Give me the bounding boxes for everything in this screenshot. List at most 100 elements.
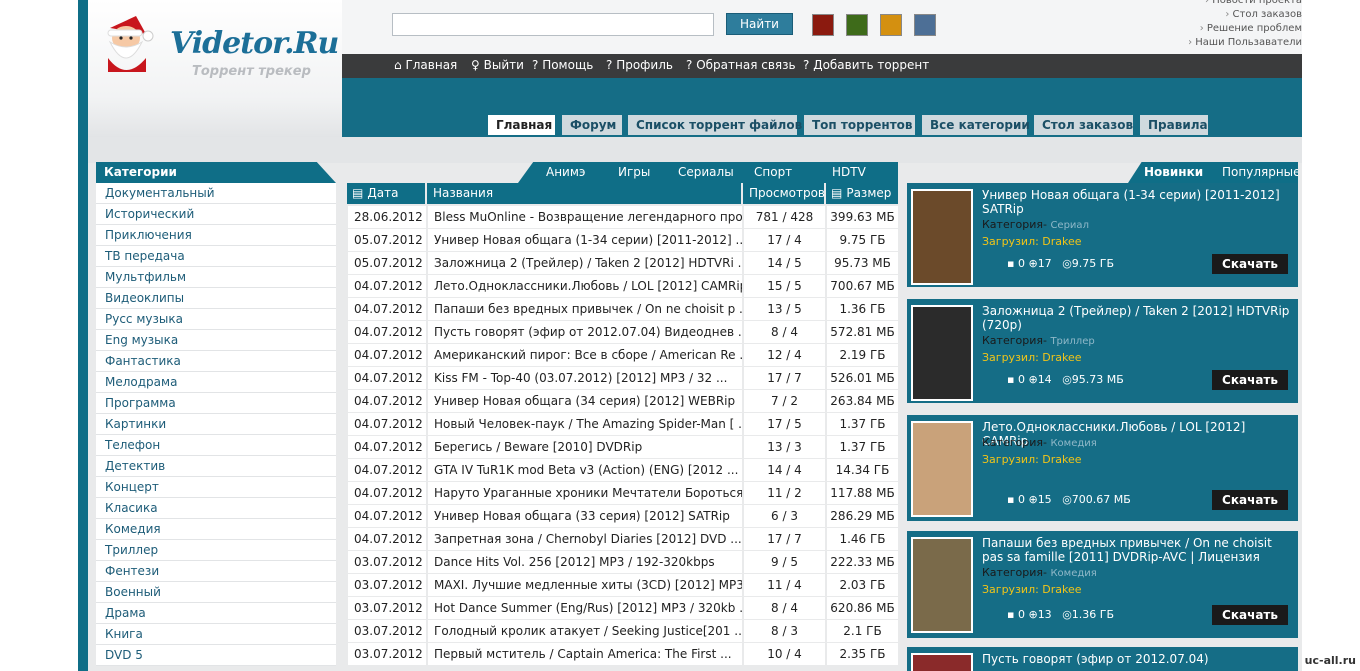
tab-new[interactable]: Новинки	[1144, 165, 1203, 179]
category-link[interactable]: Триллер	[96, 540, 336, 561]
table-row[interactable]: 03.07.2012 Первый мститель / Captain Amer…	[348, 643, 898, 665]
row-title-link[interactable]: Новый Человек-паук / The Amazing Spider-…	[428, 413, 742, 435]
category-link[interactable]: DVD 5	[96, 645, 336, 666]
theme-swatch-red[interactable]	[812, 14, 834, 36]
poster-image[interactable]	[911, 305, 973, 401]
genre-tab[interactable]: Сериалы	[678, 165, 734, 179]
category-link[interactable]: Русс музыка	[96, 309, 336, 330]
tab-home[interactable]: Главная	[488, 115, 555, 135]
table-row[interactable]: 03.07.2012 Hot Dance Summer (Eng/Rus) [20…	[348, 597, 898, 619]
category-link[interactable]: Книга	[96, 624, 336, 645]
table-row[interactable]: 05.07.2012 Заложница 2 (Трейлер) / Taken …	[348, 252, 898, 274]
table-row[interactable]: 04.07.2012 GTA IV TuR1K mod Beta v3 (Acti…	[348, 459, 898, 481]
genre-tab[interactable]: Игры	[618, 165, 650, 179]
nav-item-feedback[interactable]: ? Обратная связь	[686, 58, 796, 72]
category-value[interactable]: Комедия	[1050, 438, 1096, 449]
category-link[interactable]: Видеоклипы	[96, 288, 336, 309]
table-row[interactable]: 04.07.2012 Универ Новая общага (33 серия)…	[348, 505, 898, 527]
table-row[interactable]: 04.07.2012 Новый Человек-паук / The Amazi…	[348, 413, 898, 435]
category-link[interactable]: Мелодрама	[96, 372, 336, 393]
col-header-date[interactable]: ▤ Дата	[347, 183, 425, 204]
nav-item-help[interactable]: ? Помощь	[532, 58, 593, 72]
category-link[interactable]: Класика	[96, 498, 336, 519]
tab-torrent-list[interactable]: Список торрент файлов	[628, 115, 802, 135]
category-link[interactable]: Фантастика	[96, 351, 336, 372]
category-link[interactable]: Военный	[96, 582, 336, 603]
category-link[interactable]: Программа	[96, 393, 336, 414]
row-title-link[interactable]: Американский пирог: Все в сборе / Americ…	[428, 344, 742, 366]
row-title-link[interactable]: Папаши без вредных привычек / On ne choi…	[428, 298, 742, 320]
category-link[interactable]: Eng музыка	[96, 330, 336, 351]
row-title-link[interactable]: Лето.Одноклассники.Любовь / LOL [2012] C…	[428, 275, 742, 297]
genre-tab[interactable]: Спорт	[754, 165, 792, 179]
nav-item-add-torrent[interactable]: ? Добавить торрент	[803, 58, 929, 72]
theme-swatch-orange[interactable]	[880, 14, 902, 36]
row-title-link[interactable]: GTA IV TuR1K mod Beta v3 (Action) (ENG) …	[428, 459, 742, 481]
download-button[interactable]: Скачать	[1212, 254, 1288, 274]
poster-image[interactable]	[911, 189, 973, 285]
quick-link[interactable]: Новости проекта	[1188, 0, 1302, 8]
category-link[interactable]: Исторический	[96, 204, 336, 225]
table-row[interactable]: 03.07.2012 Голодный кролик атакует / Seek…	[348, 620, 898, 642]
table-row[interactable]: 04.07.2012 Американский пирог: Все в сбор…	[348, 344, 898, 366]
table-row[interactable]: 04.07.2012 Kiss FM - Top-40 (03.07.2012) …	[348, 367, 898, 389]
tab-all-categories[interactable]: Все категории	[922, 115, 1030, 135]
category-link[interactable]: Драма	[96, 603, 336, 624]
poster-image[interactable]	[911, 653, 973, 671]
card-title-link[interactable]: Универ Новая общага (1-34 серии) [2011-2…	[982, 188, 1290, 216]
tab-forum[interactable]: Форум	[562, 115, 622, 135]
category-link[interactable]: Концерт	[96, 477, 336, 498]
quick-link[interactable]: Решение проблем	[1188, 22, 1302, 36]
tab-requests[interactable]: Стол заказов	[1034, 115, 1133, 135]
category-value[interactable]: Сериал	[1050, 220, 1089, 231]
uploader-label[interactable]: Загрузил: Drakee	[982, 453, 1082, 466]
download-button[interactable]: Скачать	[1212, 605, 1288, 625]
genre-tab[interactable]: HDTV	[832, 165, 866, 179]
row-title-link[interactable]: Берегись / Beware [2010] DVDRip	[428, 436, 742, 458]
nav-item-home[interactable]: ⌂ Главная	[394, 58, 457, 72]
row-title-link[interactable]: Универ Новая общага (34 серия) [2012] WE…	[428, 390, 742, 412]
card-title-link[interactable]: Пусть говорят (эфир от 2012.07.04)	[982, 652, 1290, 666]
category-link[interactable]: Приключения	[96, 225, 336, 246]
search-button[interactable]: Найти	[726, 13, 793, 35]
nav-item-logout[interactable]: ♀ Выйти	[471, 58, 524, 72]
uploader-label[interactable]: Загрузил: Drakee	[982, 235, 1082, 248]
poster-image[interactable]	[911, 537, 973, 633]
category-link[interactable]: Телефон	[96, 435, 336, 456]
quick-link[interactable]: Стол заказов	[1188, 8, 1302, 22]
poster-image[interactable]	[911, 421, 973, 517]
table-row[interactable]: 28.06.2012 Bless MuOnline - Возвращение л…	[348, 206, 898, 228]
category-link[interactable]: Мультфильм	[96, 267, 336, 288]
category-link[interactable]: Картинки	[96, 414, 336, 435]
category-link[interactable]: Детектив	[96, 456, 336, 477]
tab-popular[interactable]: Популярные	[1222, 165, 1298, 179]
card-title-link[interactable]: Заложница 2 (Трейлер) / Taken 2 [2012] H…	[982, 304, 1290, 332]
row-title-link[interactable]: Kiss FM - Top-40 (03.07.2012) [2012] MP3…	[428, 367, 742, 389]
quick-link[interactable]: Наши Пользаватели	[1188, 36, 1302, 50]
logo-area[interactable]: Videtor.Ru Торрент трекер	[88, 0, 342, 138]
theme-swatch-blue[interactable]	[914, 14, 936, 36]
col-header-size[interactable]: ▤ Размер	[826, 183, 898, 204]
tab-rules[interactable]: Правила	[1140, 115, 1208, 135]
genre-tab[interactable]: Анимэ	[546, 165, 586, 179]
row-title-link[interactable]: Голодный кролик атакует / Seeking Justic…	[428, 620, 742, 642]
theme-swatch-green[interactable]	[846, 14, 868, 36]
table-row[interactable]: 03.07.2012 MAXI. Лучшие медленные хиты (3…	[348, 574, 898, 596]
table-row[interactable]: 04.07.2012 Запретная зона / Chernobyl Dia…	[348, 528, 898, 550]
row-title-link[interactable]: Пусть говорят (эфир от 2012.07.04) Видео…	[428, 321, 742, 343]
row-title-link[interactable]: MAXI. Лучшие медленные хиты (3CD) [2012]…	[428, 574, 742, 596]
row-title-link[interactable]: Запретная зона / Chernobyl Diaries [2012…	[428, 528, 742, 550]
category-value[interactable]: Триллер	[1050, 336, 1094, 347]
table-row[interactable]: 05.07.2012 Универ Новая общага (1-34 сери…	[348, 229, 898, 251]
category-link[interactable]: ТВ передача	[96, 246, 336, 267]
table-row[interactable]: 03.07.2012 Dance Hits Vol. 256 [2012] MP3…	[348, 551, 898, 573]
row-title-link[interactable]: Заложница 2 (Трейлер) / Taken 2 [2012] H…	[428, 252, 742, 274]
nav-item-profile[interactable]: ? Профиль	[606, 58, 673, 72]
row-title-link[interactable]: Универ Новая общага (1-34 серии) [2011-2…	[428, 229, 742, 251]
download-button[interactable]: Скачать	[1212, 490, 1288, 510]
card-title-link[interactable]: Папаши без вредных привычек / On ne choi…	[982, 536, 1290, 564]
table-row[interactable]: 04.07.2012 Универ Новая общага (34 серия)…	[348, 390, 898, 412]
category-link[interactable]: Документальный	[96, 183, 336, 204]
row-title-link[interactable]: Dance Hits Vol. 256 [2012] MP3 / 192-320…	[428, 551, 742, 573]
category-value[interactable]: Комедия	[1050, 568, 1096, 579]
